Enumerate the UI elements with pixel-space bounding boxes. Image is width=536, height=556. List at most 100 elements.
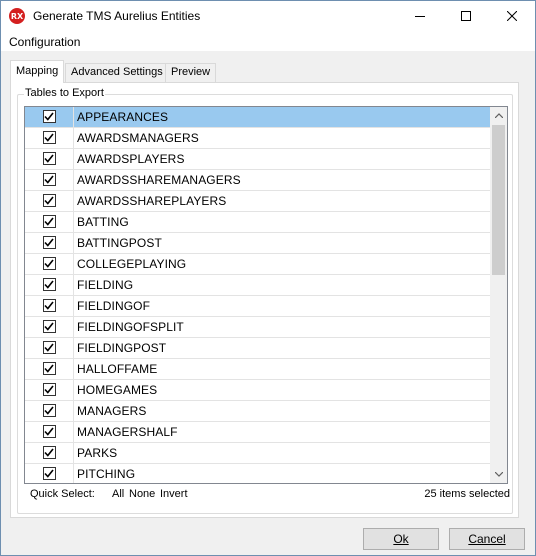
checkbox-cell [25, 148, 74, 170]
tab-advanced-settings[interactable]: Advanced Settings [65, 63, 169, 82]
checkmark-icon [44, 217, 54, 226]
checkmark-icon [44, 154, 54, 163]
checkbox-cell [25, 190, 74, 212]
checkbox-cell [25, 232, 74, 254]
checkbox-cell [25, 400, 74, 422]
scroll-up-button[interactable] [490, 107, 507, 124]
list-item[interactable]: MANAGERS [25, 400, 491, 422]
menu-bar: Configuration [1, 31, 535, 51]
checkbox-cell [25, 169, 74, 191]
export-checkbox[interactable] [42, 172, 56, 186]
checkbox-cell [25, 127, 74, 149]
cancel-button[interactable]: Cancel [449, 528, 525, 550]
export-checkbox[interactable] [42, 445, 56, 459]
list-item[interactable]: COLLEGEPLAYING [25, 253, 491, 275]
table-name: AWARDSMANAGERS [77, 131, 199, 145]
checkbox-cell [25, 316, 74, 338]
export-checkbox[interactable] [42, 277, 56, 291]
list-item[interactable]: FIELDING [25, 274, 491, 296]
export-checkbox[interactable] [42, 403, 56, 417]
table-name: PITCHING [77, 467, 136, 481]
checkmark-icon [44, 385, 54, 394]
menu-configuration[interactable]: Configuration [9, 35, 80, 49]
table-name: PARKS [77, 446, 118, 460]
export-checkbox[interactable] [42, 319, 56, 333]
checkmark-icon [44, 427, 54, 436]
tab-mapping[interactable]: Mapping [10, 60, 65, 83]
export-checkbox[interactable] [42, 298, 56, 312]
minimize-icon [415, 16, 425, 17]
checkmark-icon [44, 133, 54, 142]
list-item[interactable]: FIELDINGOF [25, 295, 491, 317]
export-checkbox[interactable] [42, 235, 56, 249]
tables-list[interactable]: APPEARANCES AWARDSMANAGERS AWARDSPLAYERS AW… [24, 106, 508, 484]
checkbox-cell [25, 421, 74, 443]
checkmark-icon [44, 343, 54, 352]
list-item[interactable]: HALLOFFAME [25, 358, 491, 380]
checkmark-icon [44, 469, 54, 478]
checkbox-cell [25, 358, 74, 380]
table-name: FIELDINGOF [77, 299, 151, 313]
export-checkbox[interactable] [42, 466, 56, 480]
table-name: BATTINGPOST [77, 236, 162, 250]
vertical-scrollbar[interactable] [490, 107, 507, 483]
checkmark-icon [44, 112, 54, 121]
list-item[interactable]: BATTINGPOST [25, 232, 491, 254]
table-name: COLLEGEPLAYING [77, 257, 187, 271]
invert-selection-link[interactable]: Invert [160, 488, 188, 500]
ok-button[interactable]: Ok [363, 528, 439, 550]
group-label: Tables to Export [24, 87, 105, 99]
checkmark-icon [44, 322, 54, 331]
list-item[interactable]: PITCHING [25, 463, 491, 483]
checkmark-icon [44, 280, 54, 289]
list-item[interactable]: APPEARANCES [25, 107, 491, 128]
export-checkbox[interactable] [42, 130, 56, 144]
list-item[interactable]: BATTING [25, 211, 491, 233]
checkbox-cell [25, 463, 74, 483]
chevron-up-icon [494, 113, 503, 118]
list-item[interactable]: FIELDINGOFSPLIT [25, 316, 491, 338]
title-bar[interactable]: RX Generate TMS Aurelius Entities [1, 1, 535, 31]
list-item[interactable]: AWARDSMANAGERS [25, 127, 491, 149]
export-checkbox[interactable] [42, 151, 56, 165]
checkbox-cell [25, 295, 74, 317]
list-item[interactable]: AWARDSPLAYERS [25, 148, 491, 170]
list-item[interactable]: PARKS [25, 442, 491, 464]
export-checkbox[interactable] [42, 193, 56, 207]
close-button[interactable] [489, 1, 535, 31]
tables-to-export-group: Tables to Export APPEARANCES AWARDSMANAGE… [17, 87, 513, 514]
checkmark-icon [44, 364, 54, 373]
export-checkbox[interactable] [42, 340, 56, 354]
export-checkbox[interactable] [42, 382, 56, 396]
checkmark-icon [44, 301, 54, 310]
export-checkbox[interactable] [42, 256, 56, 270]
table-name: FIELDING [77, 278, 134, 292]
export-checkbox[interactable] [42, 214, 56, 228]
select-all-link[interactable]: All [112, 488, 124, 500]
table-name: HOMEGAMES [77, 383, 158, 397]
export-checkbox[interactable] [42, 361, 56, 375]
export-checkbox[interactable] [42, 109, 56, 123]
maximize-button[interactable] [443, 1, 489, 31]
minimize-button[interactable] [397, 1, 443, 31]
checkmark-icon [44, 448, 54, 457]
list-item[interactable]: HOMEGAMES [25, 379, 491, 401]
app-logo-icon: RX [9, 8, 25, 24]
list-item[interactable]: AWARDSSHAREMANAGERS [25, 169, 491, 191]
checkmark-icon [44, 238, 54, 247]
table-name: HALLOFFAME [77, 362, 158, 376]
tables-list-items: APPEARANCES AWARDSMANAGERS AWARDSPLAYERS AW… [25, 107, 491, 483]
scroll-thumb[interactable] [492, 125, 505, 275]
export-checkbox[interactable] [42, 424, 56, 438]
list-item[interactable]: FIELDINGPOST [25, 337, 491, 359]
list-item[interactable]: AWARDSSHAREPLAYERS [25, 190, 491, 212]
checkbox-cell [25, 379, 74, 401]
selected-count: 25 items selected [424, 488, 510, 500]
checkbox-cell [25, 211, 74, 233]
list-item[interactable]: MANAGERSHALF [25, 421, 491, 443]
table-name: AWARDSSHAREPLAYERS [77, 194, 227, 208]
select-none-link[interactable]: None [129, 488, 155, 500]
scroll-down-button[interactable] [490, 466, 507, 483]
table-name: FIELDINGOFSPLIT [77, 320, 184, 334]
tab-preview[interactable]: Preview [165, 63, 217, 82]
